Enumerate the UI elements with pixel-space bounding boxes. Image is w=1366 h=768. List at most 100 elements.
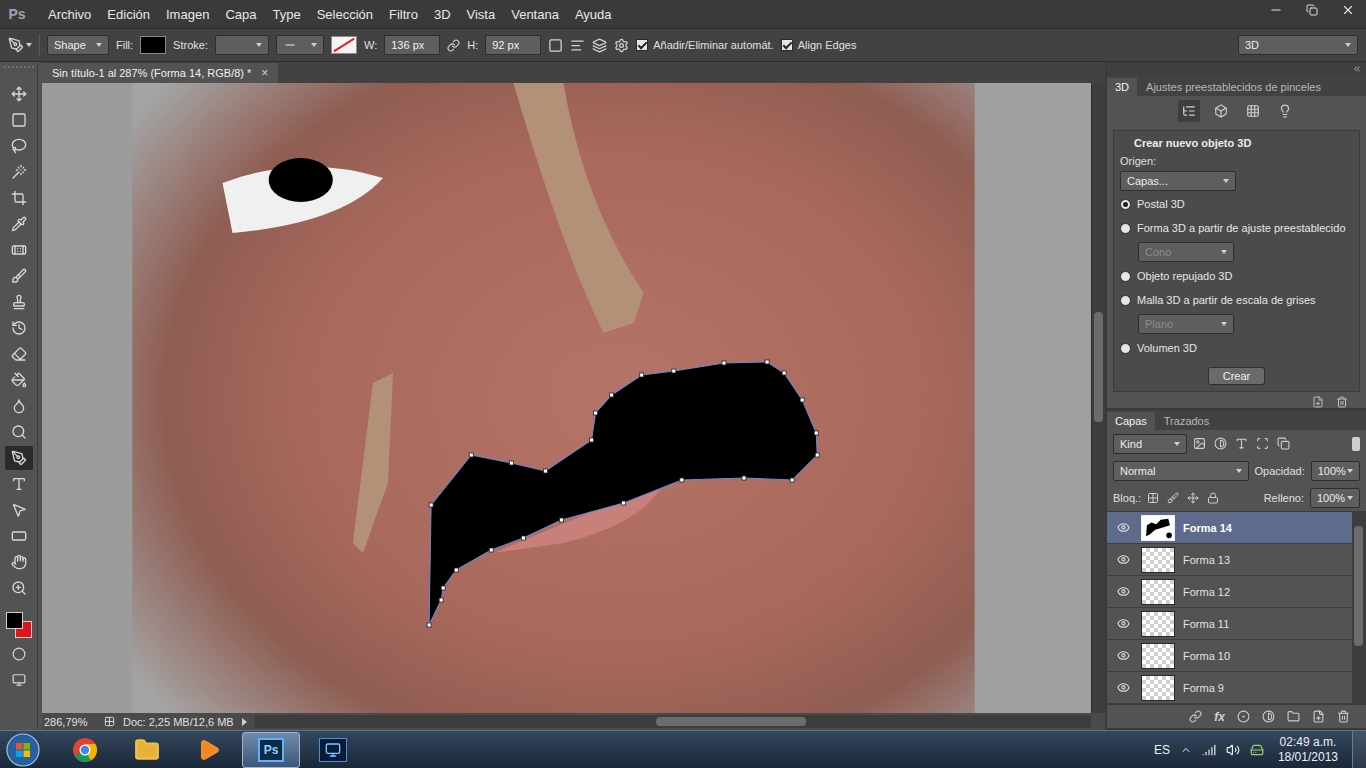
canvas-photo[interactable]	[42, 83, 1091, 713]
path-operations-button[interactable]	[548, 38, 563, 53]
radio-option[interactable]: Volumen 3D	[1120, 337, 1353, 359]
opacity-field[interactable]: 100%	[1311, 461, 1360, 481]
radio-button[interactable]	[1120, 343, 1131, 354]
layer-row[interactable]: Forma 11	[1107, 608, 1352, 640]
scroll-thumb[interactable]	[1354, 526, 1363, 646]
radio-button[interactable]	[1120, 223, 1131, 234]
preset-select[interactable]: Plano	[1138, 314, 1234, 334]
workspace-select[interactable]: 3D	[1238, 35, 1358, 55]
eraser-tool[interactable]	[5, 342, 33, 366]
status-menu-icon[interactable]	[242, 718, 247, 726]
bucket-tool[interactable]	[5, 368, 33, 392]
visibility-toggle[interactable]	[1113, 521, 1133, 534]
menu-item[interactable]: Vista	[459, 5, 504, 24]
lasso-tool[interactable]	[5, 134, 33, 158]
eyedropper-tool[interactable]	[5, 212, 33, 236]
blend-mode-select[interactable]: Normal	[1113, 461, 1249, 481]
tab-close[interactable]: ×	[261, 66, 268, 80]
panel-tab[interactable]: Capas	[1107, 412, 1155, 430]
path-arrangement-button[interactable]	[592, 38, 607, 53]
crop-tool[interactable]	[5, 186, 33, 210]
tool-mode-select[interactable]: Shape	[47, 35, 109, 55]
shape-filter-icon[interactable]	[1256, 437, 1269, 450]
radio-option[interactable]: Postal 3D	[1120, 193, 1353, 215]
blur-tool[interactable]	[5, 394, 33, 418]
layer-row[interactable]: Forma 13	[1107, 544, 1352, 576]
create-button[interactable]: Crear	[1208, 367, 1266, 385]
fill-swatch[interactable]	[140, 36, 166, 54]
type-tool[interactable]	[5, 472, 33, 496]
scroll-thumb[interactable]	[656, 717, 806, 726]
mesh-filter[interactable]	[1210, 100, 1232, 122]
lock-transparency-icon[interactable]	[1147, 492, 1159, 504]
type-filter-icon[interactable]	[1235, 437, 1248, 450]
pixel-filter-icon[interactable]	[1193, 437, 1206, 450]
quick-mask-button[interactable]	[5, 642, 33, 666]
layer-row[interactable]: Forma 12	[1107, 576, 1352, 608]
menu-item[interactable]: Ventana	[503, 5, 567, 24]
menu-item[interactable]: 3D	[426, 5, 459, 24]
start-button[interactable]	[4, 733, 42, 767]
wand-tool[interactable]	[5, 160, 33, 184]
adjustment-icon[interactable]	[1262, 710, 1275, 723]
visibility-toggle[interactable]	[1113, 617, 1133, 630]
settings-button[interactable]	[614, 38, 629, 53]
radio-option[interactable]: Malla 3D a partir de escala de grises	[1120, 289, 1353, 311]
checkbox-box[interactable]	[636, 39, 648, 51]
visibility-toggle[interactable]	[1113, 649, 1133, 662]
checkbox-box[interactable]	[781, 39, 793, 51]
menu-item[interactable]: Ayuda	[567, 5, 620, 24]
volume-icon[interactable]	[1226, 743, 1240, 757]
visibility-toggle[interactable]	[1113, 553, 1133, 566]
source-select[interactable]: Capas...	[1120, 171, 1236, 191]
dock-header[interactable]	[1107, 62, 1366, 76]
smart-object-filter-icon[interactable]	[1277, 437, 1290, 450]
lock-position-icon[interactable]	[1187, 492, 1199, 504]
document-tab[interactable]: Sin título-1 al 287% (Forma 14, RGB/8) *…	[42, 63, 278, 83]
path-select-tool[interactable]	[5, 498, 33, 522]
menu-item[interactable]: Filtro	[381, 5, 426, 24]
taskbar-app[interactable]	[118, 732, 176, 768]
taskbar-app[interactable]	[56, 732, 114, 768]
horizontal-scrollbar[interactable]	[255, 715, 1091, 728]
menu-item[interactable]: Imagen	[158, 5, 217, 24]
radio-option[interactable]: Forma 3D a partir de ajuste preestableci…	[1120, 217, 1353, 239]
scene-filter[interactable]	[1178, 100, 1200, 122]
radio-option[interactable]: Objeto repujado 3D	[1120, 265, 1353, 287]
filter-select[interactable]: Kind	[1113, 434, 1187, 454]
layer-row[interactable]: Forma 14	[1107, 512, 1352, 544]
radio-button[interactable]	[1120, 199, 1131, 210]
menu-item[interactable]: Edición	[99, 5, 158, 24]
zoom-tool[interactable]	[5, 576, 33, 600]
option-checkbox[interactable]: Añadir/Eliminar automát.	[636, 39, 773, 51]
layer-row[interactable]: Forma 10	[1107, 640, 1352, 672]
height-field[interactable]: 92 px	[485, 35, 541, 55]
width-field[interactable]: 136 px	[384, 35, 440, 55]
show-hidden-icon[interactable]	[1180, 744, 1192, 756]
hand-tool[interactable]	[5, 550, 33, 574]
show-desktop-button[interactable]	[1352, 731, 1366, 768]
color-swatches[interactable]	[4, 610, 34, 640]
screen-mode-button[interactable]	[5, 668, 33, 692]
language-indicator[interactable]: ES	[1154, 743, 1170, 757]
brush-tool[interactable]	[5, 264, 33, 288]
path-alignment-button[interactable]	[570, 38, 585, 53]
visibility-toggle[interactable]	[1113, 585, 1133, 598]
marquee-tool[interactable]	[5, 108, 33, 132]
light-filter[interactable]	[1274, 100, 1296, 122]
vertical-scrollbar[interactable]	[1091, 83, 1105, 713]
taskbar-app[interactable]	[304, 732, 362, 768]
dodge-tool[interactable]	[5, 420, 33, 444]
pen-tool[interactable]	[5, 446, 33, 470]
taskbar-app[interactable]: Ps	[242, 732, 300, 768]
menu-item[interactable]: Type	[264, 5, 308, 24]
foreground-color[interactable]	[6, 612, 23, 629]
lock-pixels-icon[interactable]	[1167, 492, 1179, 504]
radio-button[interactable]	[1120, 295, 1131, 306]
stroke-width-select[interactable]	[215, 35, 269, 55]
tool-preset-picker[interactable]	[8, 37, 32, 53]
scroll-thumb[interactable]	[1094, 312, 1103, 422]
preset-select[interactable]: Cono	[1138, 242, 1234, 262]
minimize-button[interactable]	[1258, 0, 1294, 20]
lock-all-icon[interactable]	[1207, 492, 1219, 504]
